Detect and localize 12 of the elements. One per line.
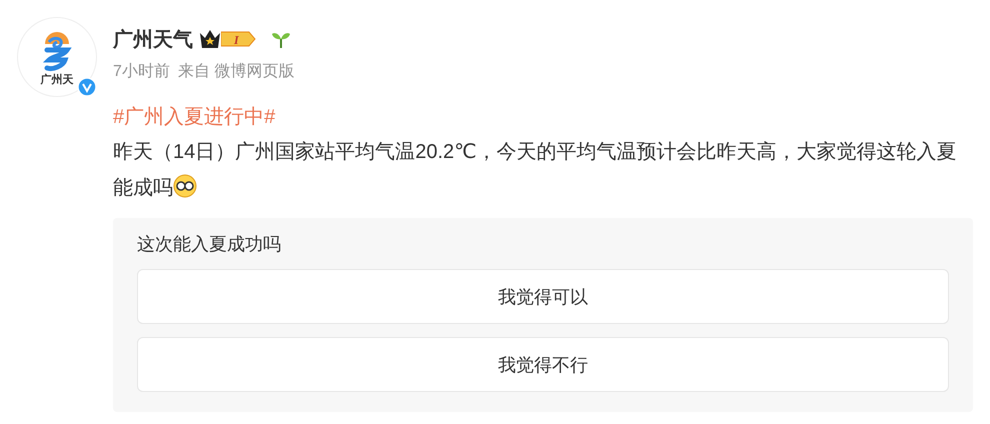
poll-option[interactable]: 我觉得可以 [137,269,949,324]
author-name[interactable]: 广州天气 [113,26,193,52]
sprout-icon [271,30,291,48]
level-badge: I [221,30,257,48]
avatar[interactable]: 广州天 [17,17,97,97]
post-source: 来自 微博网页版 [178,62,294,82]
post-text: 昨天（14日）广州国家站平均气温20.2℃，今天的平均气温预计会比昨天高，大家觉得这轮入夏能成吗 [113,140,958,201]
crown-icon [199,29,221,49]
poll-option[interactable]: 我觉得不行 [137,337,949,392]
poll-title: 这次能入夏成功吗 [137,233,282,256]
avatar-caption: 广州天 [40,72,74,86]
glasses-emoji-icon [173,174,197,198]
